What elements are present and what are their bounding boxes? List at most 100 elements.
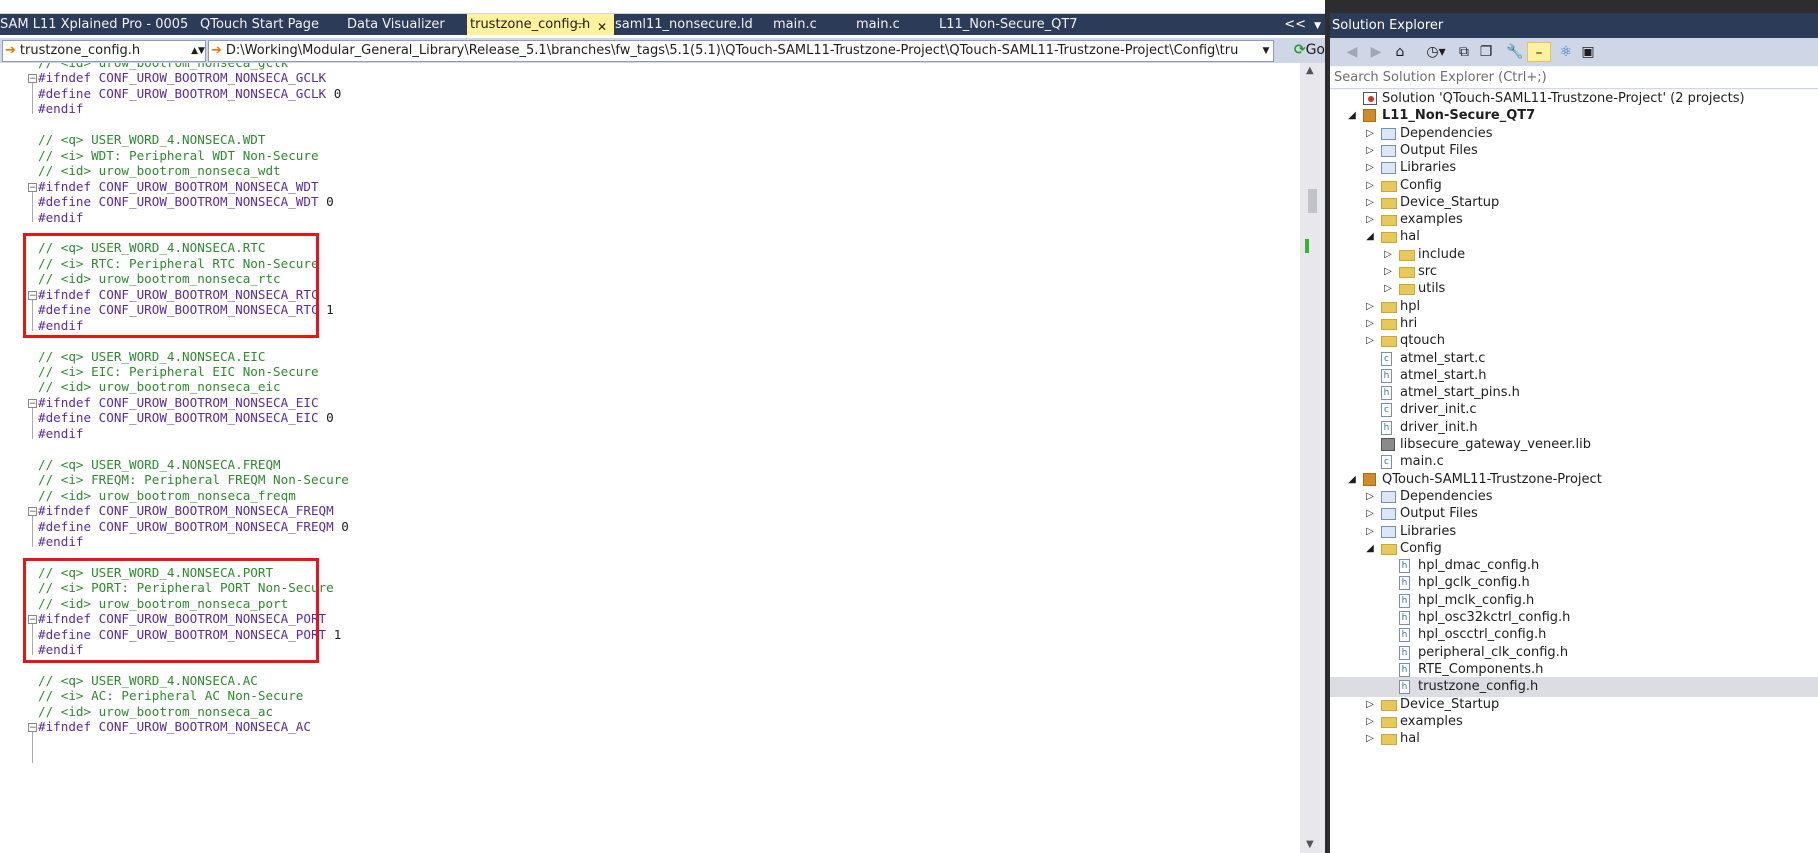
lib-file-icon	[1381, 438, 1395, 451]
tab-7[interactable]: L11_Non-Secure_QT7	[939, 14, 1089, 35]
h-file-icon: h	[1399, 576, 1410, 591]
fold-guide	[32, 191, 33, 223]
code-comment: // <i> EIC: Peripheral EIC Non-Secure	[38, 364, 319, 379]
code-line: #endif	[38, 533, 84, 551]
expand-arrow-icon[interactable]: ▷	[1364, 729, 1376, 749]
code-value: 0	[341, 518, 349, 534]
rtc-highlight	[23, 233, 319, 339]
tab-label: QTouch Start Page	[200, 17, 320, 32]
h-file-icon: h	[1399, 662, 1410, 677]
close-tab-icon[interactable]: ✕	[597, 17, 607, 35]
folder-icon	[1381, 716, 1397, 728]
file-combo[interactable]: ➔ trustzone_config.h ▲▼	[2, 40, 206, 62]
code-comment: // <i> AC: Peripheral AC Non-Secure	[38, 688, 304, 704]
code-directive: #define CONF_UROW_BOOTROM_NONSECA_FREQM	[38, 518, 342, 534]
code-directive: #define CONF_UROW_BOOTROM_NONSECA_WDT	[38, 194, 327, 210]
tab-4[interactable]: saml11_nonsecure.ld	[615, 14, 765, 35]
code-comment: // <id> urow_bootrom_nonseca_wdt	[38, 163, 281, 179]
copy-icon[interactable]: ❐	[1476, 42, 1496, 62]
properties-wrench-icon[interactable]: 🔧	[1505, 42, 1525, 62]
file-combo-dropdown-icon[interactable]: ▲▼	[191, 41, 205, 61]
tab-overflow-icon[interactable]: <<	[1284, 17, 1306, 32]
h-file-icon: h	[1399, 611, 1410, 625]
scroll-thumb[interactable]	[1308, 189, 1317, 213]
go-button[interactable]: ⟳Go	[1294, 40, 1325, 60]
code-value: 1	[333, 626, 342, 642]
fold-toggle-icon[interactable]: −	[28, 398, 37, 408]
references-icon	[1381, 508, 1396, 521]
h-file-icon: h	[1399, 559, 1410, 574]
fold-guide	[32, 407, 33, 439]
h-file-icon: h	[1399, 593, 1410, 608]
code-value: 0	[326, 194, 334, 210]
code-directive: #ifndef CONF_UROW_BOOTROM_NONSECA_EIC	[38, 394, 319, 410]
vertical-scrollbar[interactable]: ▲ ▼	[1300, 63, 1325, 853]
path-combo[interactable]: ➔ D:\Working\Modular_General_Library\Rele…	[208, 40, 1274, 62]
fold-toggle-icon[interactable]: −	[28, 74, 37, 84]
sync-icon[interactable]: ⧉	[1454, 42, 1474, 62]
code-line: #endif	[38, 100, 84, 118]
code-value: 1	[326, 302, 334, 318]
tree-item-label: hal	[1400, 731, 1420, 747]
fold-toggle-icon[interactable]: −	[28, 723, 37, 733]
tab-label: saml11_nonsecure.ld	[615, 17, 753, 32]
tab-5[interactable]: main.c	[773, 14, 849, 35]
code-line: #endif	[38, 209, 84, 227]
document-tab-strip: SAM L11 Xplained Pro - 0005 QTouch Start …	[0, 13, 1325, 35]
fold-toggle-icon[interactable]: −	[28, 507, 37, 517]
solution-tree: Solution 'QTouch-SAML11-Trustzone-Projec…	[1330, 90, 1818, 853]
code-directive: #endif	[38, 533, 84, 549]
code-comment: // <q> USER_WORD_4.NONSECA.FREQM	[38, 456, 281, 472]
tab-controls: << ▼	[1284, 14, 1325, 35]
references-icon	[1381, 490, 1396, 503]
library-icon	[1381, 162, 1396, 175]
back-icon[interactable]: ◀	[1342, 42, 1362, 62]
code-directive: #ifndef CONF_UROW_BOOTROM_NONSECA_AC	[38, 719, 311, 735]
code-comment: // <i> FREQM: Peripheral FREQM Non-Secur…	[38, 472, 349, 488]
tab-0[interactable]: SAM L11 Xplained Pro - 0005	[0, 14, 188, 35]
preview-icon[interactable]: ▣	[1578, 42, 1598, 62]
folder-open-icon	[1381, 232, 1397, 244]
code-line: #endif	[38, 425, 84, 443]
tab-3[interactable]: trustzone_config.h ⊣ ✕	[467, 14, 614, 35]
tab-1[interactable]: QTouch Start Page	[200, 14, 340, 35]
tab-2[interactable]: Data Visualizer	[347, 14, 461, 35]
code-line: #ifndef CONF_UROW_BOOTROM_NONSECA_AC	[38, 718, 311, 736]
code-directive: #ifndef CONF_UROW_BOOTROM_NONSECA_WDT	[38, 178, 319, 194]
forward-icon[interactable]: ▶	[1366, 42, 1386, 62]
code-comment: // <i> WDT: Peripheral WDT Non-Secure	[38, 147, 319, 163]
h-file-icon: h	[1399, 645, 1410, 660]
tab-label: trustzone_config.h	[470, 17, 591, 32]
solution-explorer-search[interactable]: Search Solution Explorer (Ctrl+;)	[1330, 67, 1818, 89]
fold-toggle-icon[interactable]: −	[28, 182, 37, 192]
go-button-label: Go	[1305, 42, 1325, 58]
tab-label: SAM L11 Xplained Pro - 0005	[0, 17, 188, 32]
code-comment: // <id> urow_bootrom_nonseca_eic	[38, 379, 281, 395]
file-combo-label: trustzone_config.h	[19, 43, 141, 58]
path-combo-dropdown-icon[interactable]: ▼	[1259, 41, 1273, 61]
scroll-down-icon[interactable]: ▼	[1306, 839, 1314, 850]
tab-label: Data Visualizer	[347, 17, 445, 32]
code-comment: // <q> USER_WORD_4.NONSECA.WDT	[38, 132, 266, 148]
scroll-up-icon[interactable]: ▲	[1306, 65, 1314, 76]
folder-icon	[1381, 318, 1397, 330]
home-icon[interactable]: ⌂	[1390, 42, 1410, 62]
folder-icon	[1381, 180, 1397, 192]
tab-dropdown-icon[interactable]: ▼	[1314, 21, 1321, 31]
collapse-all-icon[interactable]: –	[1527, 42, 1551, 62]
code-directive: #ifndef CONF_UROW_BOOTROM_NONSECA_FREQM	[38, 503, 334, 519]
code-comment: // <q> USER_WORD_4.NONSECA.EIC	[38, 348, 266, 364]
code-area[interactable]: // <id> urow_bootrom_nonseca_gclk#ifndef…	[0, 63, 1300, 853]
c-file-icon: c	[1381, 455, 1392, 470]
folder-open-icon	[1381, 543, 1397, 555]
tree-item[interactable]: ▷ hal	[1330, 729, 1818, 749]
arrow-right-icon: ➔	[5, 43, 16, 58]
pending-changes-icon[interactable]: ◷▾	[1420, 42, 1452, 62]
refresh-icon: ⟳	[1293, 42, 1306, 58]
view-class-icon[interactable]: ⚛	[1556, 42, 1576, 62]
folder-icon	[1381, 197, 1397, 209]
pin-icon[interactable]: ⊣	[575, 14, 585, 35]
tab-6[interactable]: main.c	[856, 14, 932, 35]
c-file-icon: c	[1381, 351, 1392, 366]
navigation-bar: ➔ trustzone_config.h ▲▼ ➔ D:\Working\Modul…	[0, 38, 1325, 63]
